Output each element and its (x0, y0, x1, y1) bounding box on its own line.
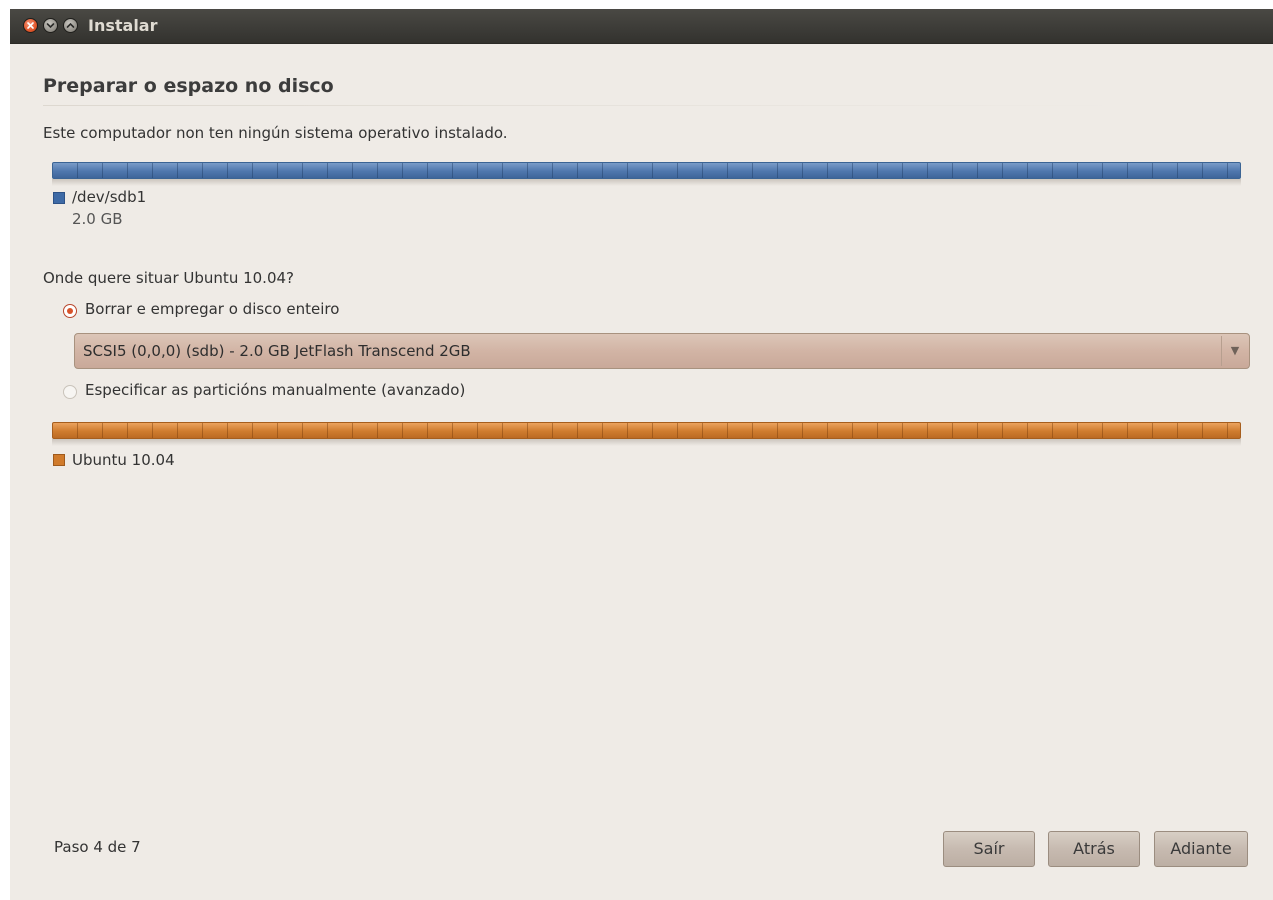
heading-divider (43, 105, 1123, 106)
back-button[interactable]: Atrás (1048, 831, 1140, 867)
disk-select-value: SCSI5 (0,0,0) (sdb) - 2.0 GB JetFlash Tr… (83, 342, 471, 360)
disk-select[interactable]: SCSI5 (0,0,0) (sdb) - 2.0 GB JetFlash Tr… (74, 333, 1250, 369)
new-layout-bar-shadow (52, 439, 1241, 446)
title-bar: Instalar (10, 9, 1273, 44)
manual-partition-radio[interactable] (63, 385, 77, 399)
partition-name: /dev/sdb1 (72, 188, 147, 206)
new-layout-swatch (53, 454, 65, 466)
installer-window: Instalar Preparar o espazo no disco Este… (10, 9, 1273, 900)
install-location-question: Onde quere situar Ubuntu 10.04? (43, 269, 294, 287)
forward-button[interactable]: Adiante (1154, 831, 1248, 867)
close-icon[interactable] (23, 18, 38, 33)
step-indicator: Paso 4 de 7 (54, 838, 141, 856)
current-disk-bar (52, 162, 1241, 179)
new-layout-label: Ubuntu 10.04 (72, 451, 175, 469)
erase-disk-label[interactable]: Borrar e empregar o disco enteiro (85, 300, 339, 318)
partition-swatch (53, 192, 65, 204)
window-title: Instalar (88, 16, 158, 35)
erase-disk-radio[interactable] (63, 304, 77, 318)
page-title: Preparar o espazo no disco (43, 75, 334, 97)
minimize-icon[interactable] (43, 18, 58, 33)
new-layout-bar (52, 422, 1241, 439)
partition-size: 2.0 GB (72, 210, 123, 228)
maximize-icon[interactable] (63, 18, 78, 33)
quit-button[interactable]: Saír (943, 831, 1035, 867)
dropdown-arrow-icon[interactable]: ▼ (1221, 336, 1248, 366)
manual-partition-label[interactable]: Especificar as particións manualmente (a… (85, 381, 465, 399)
intro-text: Este computador non ten ningún sistema o… (43, 124, 508, 142)
current-disk-bar-shadow (52, 179, 1241, 186)
